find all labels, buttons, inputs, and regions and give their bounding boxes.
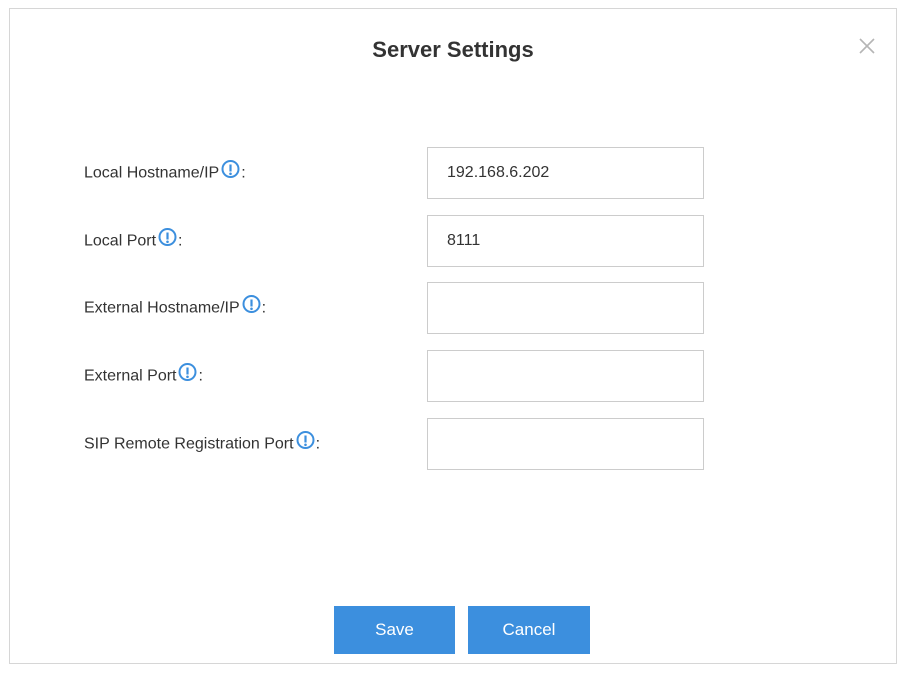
server-settings-dialog: Server Settings Local Hostname/IP : Loca…: [9, 8, 897, 664]
info-circle-icon[interactable]: [296, 431, 315, 450]
info-circle-icon[interactable]: [178, 363, 197, 382]
form-row-local-hostname: Local Hostname/IP :: [10, 147, 898, 199]
form-row-local-port: Local Port :: [10, 215, 898, 267]
external-port-label: External Port :: [84, 363, 203, 386]
close-icon[interactable]: [856, 35, 878, 57]
local-hostname-label: Local Hostname/IP :: [84, 160, 246, 183]
external-hostname-label: External Hostname/IP :: [84, 295, 266, 318]
form-row-sip-remote-registration-port: SIP Remote Registration Port :: [10, 418, 898, 470]
info-circle-icon[interactable]: [158, 228, 177, 247]
info-circle-icon[interactable]: [221, 160, 240, 179]
form-row-external-hostname: External Hostname/IP :: [10, 282, 898, 334]
cancel-button[interactable]: Cancel: [468, 606, 590, 654]
local-port-label: Local Port :: [84, 228, 183, 251]
form-row-external-port: External Port :: [10, 350, 898, 402]
local-hostname-input[interactable]: [427, 147, 704, 199]
save-button[interactable]: Save: [334, 606, 455, 654]
external-hostname-input[interactable]: [427, 282, 704, 334]
sip-remote-registration-port-label: SIP Remote Registration Port :: [84, 431, 320, 454]
local-port-input[interactable]: [427, 215, 704, 267]
dialog-title: Server Settings: [372, 37, 534, 62]
info-circle-icon[interactable]: [242, 295, 261, 314]
external-port-input[interactable]: [427, 350, 704, 402]
sip-remote-registration-port-input[interactable]: [427, 418, 704, 470]
